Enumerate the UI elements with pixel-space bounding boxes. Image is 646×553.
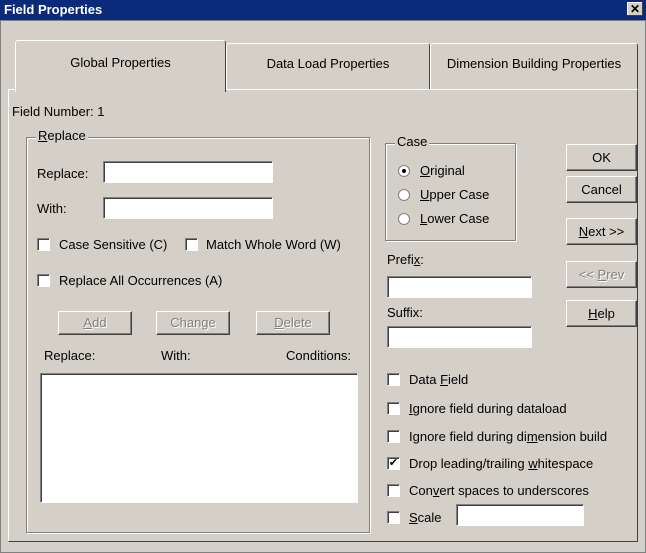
ignore-dimbuild-checkbox[interactable] (387, 430, 400, 443)
window-title: Field Properties (4, 2, 103, 17)
case-sensitive-checkbox[interactable] (37, 238, 50, 251)
title-bar: Field Properties ✕ (0, 0, 646, 20)
case-original-label: Original (420, 163, 465, 178)
change-button[interactable]: Change (156, 311, 230, 335)
tab-data-load-properties[interactable]: Data Load Properties (226, 43, 430, 89)
case-lower-label: Lower Case (420, 211, 490, 226)
case-group-title: Case (395, 134, 430, 149)
convert-spaces-checkbox[interactable] (387, 484, 400, 497)
next-button[interactable]: Next >> (566, 218, 637, 245)
scale-input[interactable] (456, 504, 584, 526)
match-whole-word-checkbox[interactable] (185, 238, 198, 251)
replace-input[interactable] (103, 161, 273, 183)
close-icon[interactable]: ✕ (627, 2, 643, 16)
drop-whitespace-checkbox[interactable]: ✔ (387, 457, 400, 470)
case-upper-label: Upper Case (420, 187, 490, 202)
list-header-conditions: Conditions: (286, 348, 352, 363)
replace-group-title: Replace (36, 128, 88, 143)
data-field-checkbox[interactable] (387, 373, 400, 386)
replace-label: Replace: (37, 166, 89, 181)
prefix-label: Prefix: (387, 252, 424, 267)
replace-all-label: Replace All Occurrences (A) (59, 273, 223, 288)
suffix-input[interactable] (387, 326, 532, 348)
case-original-radio[interactable] (398, 165, 410, 177)
drop-whitespace-label: Drop leading/trailing whitespace (409, 456, 594, 471)
help-button[interactable]: Help (566, 300, 637, 327)
tab-dimension-building-properties[interactable]: Dimension Building Properties (430, 43, 638, 89)
ignore-dataload-checkbox[interactable] (387, 402, 400, 415)
scale-checkbox[interactable] (387, 511, 400, 524)
prev-button[interactable]: << Prev (566, 261, 637, 288)
cancel-button[interactable]: Cancel (566, 176, 637, 203)
with-label: With: (37, 201, 67, 216)
case-sensitive-label: Case Sensitive (C) (59, 237, 168, 252)
list-header-replace: Replace: (44, 348, 96, 363)
replace-list[interactable] (40, 373, 358, 503)
case-lower-radio[interactable] (398, 213, 410, 225)
field-number-value: 1 (97, 104, 105, 119)
convert-spaces-label: Convert spaces to underscores (409, 483, 589, 498)
suffix-label: Suffix: (387, 305, 423, 320)
ignore-dimbuild-label: Ignore field during dimension build (409, 429, 608, 444)
match-whole-word-label: Match Whole Word (W) (206, 237, 341, 252)
data-field-label: Data Field (409, 372, 469, 387)
ok-button[interactable]: OK (566, 144, 637, 171)
list-header-with: With: (161, 348, 191, 363)
replace-all-checkbox[interactable] (37, 274, 50, 287)
with-input[interactable] (103, 197, 273, 219)
prefix-input[interactable] (387, 276, 532, 298)
add-button[interactable]: Add (58, 311, 132, 335)
case-upper-radio[interactable] (398, 189, 410, 201)
tab-global-properties[interactable]: Global Properties (15, 40, 226, 92)
ignore-dataload-label: Ignore field during dataload (409, 401, 567, 416)
delete-button[interactable]: Delete (256, 311, 330, 335)
scale-label: Scale (409, 510, 442, 525)
field-number: Field Number: 1 (12, 104, 105, 119)
